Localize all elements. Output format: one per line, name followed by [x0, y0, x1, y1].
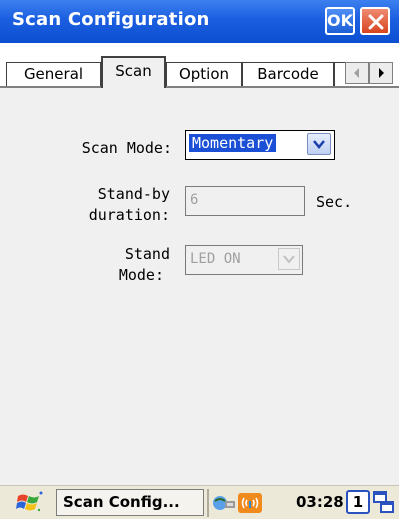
standby-duration-label-line2: duration:	[88, 206, 170, 224]
desktop-number-badge[interactable]: 1	[346, 490, 370, 514]
stand-mode-label-line1: Stand	[124, 245, 170, 263]
tab-scroll-right-button[interactable]	[369, 62, 393, 84]
title-bar: Scan Configuration OK	[0, 0, 399, 43]
window-title: Scan Configuration	[12, 9, 210, 30]
close-button[interactable]	[360, 7, 390, 35]
scan-mode-value: Momentary	[189, 134, 277, 152]
taskbar-separator	[207, 489, 209, 517]
tab-scroll-left-icon	[354, 68, 359, 78]
window-switcher-icon[interactable]	[373, 491, 395, 515]
tab-scroll-right-icon	[379, 68, 384, 78]
tab-scan[interactable]: Scan	[101, 56, 166, 88]
scan-settings-panel: Scan Mode: Momentary Stand-by duration: …	[0, 88, 399, 485]
network-icon[interactable]	[211, 492, 237, 514]
standby-duration-value: 6	[190, 192, 199, 208]
standby-duration-unit: Sec.	[316, 193, 353, 211]
taskbar-scan-config-button[interactable]: Scan Config...	[56, 489, 204, 516]
tab-general[interactable]: General	[6, 62, 101, 86]
ok-button[interactable]: OK	[325, 7, 355, 35]
wireless-icon[interactable]	[237, 492, 263, 514]
stand-mode-label-line2: Mode:	[118, 266, 164, 284]
chevron-down-icon	[283, 255, 295, 264]
taskbar: Scan Config... 03:28 1	[0, 485, 399, 519]
stand-mode-dropdown-button	[278, 248, 300, 270]
tab-barcode[interactable]: Barcode	[242, 62, 334, 86]
scan-mode-select[interactable]: Momentary	[185, 130, 335, 160]
stand-mode-select: LED ON	[185, 245, 303, 275]
standby-duration-label-line1: Stand-by	[97, 185, 170, 203]
standby-duration-input: 6	[185, 186, 305, 216]
scan-mode-dropdown-button[interactable]	[307, 133, 331, 155]
windows-start-icon	[16, 491, 43, 512]
tab-scroll-buttons	[343, 62, 393, 86]
scan-mode-label: Scan Mode:	[81, 139, 172, 157]
chevron-down-icon	[313, 140, 325, 149]
stand-mode-value: LED ON	[190, 251, 241, 267]
tab-option[interactable]: Option	[166, 62, 242, 86]
start-button[interactable]	[16, 490, 44, 516]
taskbar-clock: 03:28	[296, 493, 344, 511]
close-icon	[368, 14, 384, 30]
tab-scroll-left-button[interactable]	[345, 62, 369, 84]
